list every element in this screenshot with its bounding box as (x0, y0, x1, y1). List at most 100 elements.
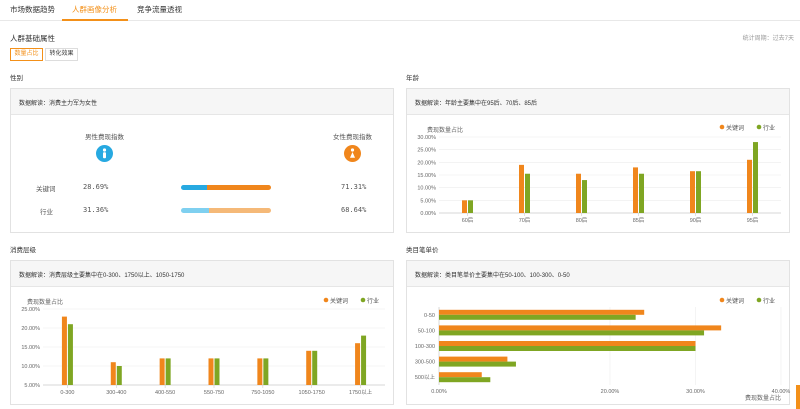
bar-industry (214, 358, 220, 385)
x-tick-label: 1750以上 (349, 388, 373, 396)
age-panel: 数据解读：年龄主要集中在95后、70后、85后 费现数量占比 行业 关键词 0.00%… (406, 88, 790, 233)
x-tick-label: 300-400 (106, 390, 126, 396)
bar-industry (312, 350, 318, 385)
segment-conversion[interactable]: 转化效果 (45, 48, 78, 61)
gender-note: 数据解读：消费主力军为女性 (19, 101, 98, 107)
bar-keyword (208, 358, 214, 385)
bar-keyword (439, 341, 696, 346)
y-tick-label: 30.00% (417, 135, 436, 141)
gender-row-label: 行业 (40, 209, 53, 216)
x-tick-label: 550-750 (204, 390, 224, 396)
y-tick-label: 20.00% (21, 326, 40, 332)
gender-bar-industry (181, 208, 271, 213)
legend-marker (719, 297, 725, 303)
bar-keyword (355, 343, 361, 385)
y-tick-label: 500以上 (415, 373, 436, 381)
y-tick-label: 5.00% (420, 198, 436, 204)
price-note-bar: 数据解读：类目笔单价主要集中在50-100、100-300、0-50 (407, 261, 789, 287)
bar-industry (696, 171, 701, 213)
male-index-title: 男性费现指数 (85, 134, 124, 141)
tab-crowd-portrait[interactable]: 人群画像分析 (72, 4, 117, 15)
bar-industry (525, 173, 530, 213)
bar-keyword (633, 167, 638, 213)
bar-industry (165, 358, 171, 385)
bar-keyword (747, 159, 752, 213)
x-tick-label: 750-1050 (251, 390, 274, 396)
spend-chart: 费现数量占比 行业 关键词 5.00% 10.00% 15.00% 20.00% 25.00%… (21, 297, 385, 396)
gender-note-bar: 数据解读：消费主力军为女性 (11, 89, 393, 115)
x-tick-label: 400-550 (155, 390, 175, 396)
y-tick-label: 0.00% (420, 211, 436, 217)
price-label: 类目笔单价 (406, 247, 439, 254)
bar-keyword (439, 356, 508, 362)
price-panel: 数据解读：类目笔单价主要集中在50-100、100-300、0-50 行业 关键词… (406, 260, 790, 405)
bar-industry (263, 358, 269, 385)
segment-count-share[interactable]: 数量占比 (10, 48, 43, 61)
bar-keyword (576, 173, 581, 213)
gender-label: 性别 (10, 75, 23, 82)
female-percent-keyword: 71.31% (341, 183, 367, 191)
male-share-bar (181, 208, 210, 213)
age-chart: 费现数量占比 行业 关键词 0.00% 5.00% 10.00% 15.00% 20.00% 2… (417, 124, 781, 224)
bar-keyword (159, 358, 165, 385)
side-scroll-handle[interactable] (796, 385, 800, 409)
bar-keyword (439, 309, 645, 315)
female-icon (344, 145, 361, 162)
x-tick-label: 70后 (519, 216, 531, 224)
female-share-bar (206, 185, 271, 190)
tab-competition-traffic[interactable]: 竞争流量透视 (137, 4, 182, 15)
y-tick-label: 10.00% (21, 364, 40, 370)
y-tick-label: 0-50 (424, 313, 435, 319)
y-tick-label: 25.00% (21, 307, 40, 313)
legend-label: 行业 (367, 297, 379, 305)
x-axis-title: 费现数量占比 (745, 394, 781, 402)
age-note: 数据解读：年龄主要集中在95后、70后、85后 (415, 101, 538, 107)
bar-keyword (519, 164, 524, 213)
y-tick-label: 100-300 (415, 344, 435, 350)
x-tick-label: 30.00% (686, 389, 705, 395)
legend-label: 关键词 (726, 297, 744, 305)
male-share-bar (181, 185, 207, 190)
bar-industry (468, 200, 473, 213)
stat-period: 统计周期：过去7天 (742, 36, 794, 42)
price-note: 数据解读：类目笔单价主要集中在50-100、100-300、0-50 (415, 273, 570, 279)
bar-keyword (439, 325, 722, 331)
x-tick-label: 0.00% (431, 389, 447, 395)
legend-marker (756, 124, 762, 130)
age-note-bar: 数据解读：年龄主要集中在95后、70后、85后 (407, 89, 789, 115)
section-title: 人群基础属性 (10, 34, 55, 43)
male-icon (96, 145, 113, 162)
x-tick-label: 1050-1750 (299, 390, 325, 396)
x-tick-label: 40.00% (772, 389, 791, 395)
bar-industry (439, 346, 696, 351)
gender-panel: 数据解读：消费主力军为女性 男性费现指数 女性费现指数 关键词 28.69% 7… (10, 88, 394, 233)
bar-keyword (306, 350, 312, 385)
bar-industry (639, 173, 644, 213)
legend-label: 行业 (763, 124, 775, 132)
bar-industry (439, 330, 705, 336)
legend-marker (323, 297, 329, 303)
spend-label: 消费层级 (10, 247, 36, 254)
bar-industry (439, 361, 516, 367)
bar-industry (753, 142, 758, 213)
legend-marker (360, 297, 366, 303)
bar-industry (361, 335, 367, 385)
y-tick-label: 5.00% (24, 383, 40, 389)
bar-industry (439, 314, 636, 320)
y-axis-title: 费现数量占比 (427, 126, 463, 134)
bar-industry (582, 180, 587, 213)
bar-keyword (61, 316, 67, 385)
x-tick-label: 20.00% (601, 389, 620, 395)
x-tick-label: 95后 (747, 216, 759, 224)
female-share-bar (209, 208, 271, 213)
bar-keyword (110, 362, 116, 385)
age-label: 年龄 (406, 75, 419, 82)
x-tick-label: 60后 (462, 216, 474, 224)
female-percent-industry: 68.64% (341, 206, 367, 214)
female-index-title: 女性费现指数 (333, 134, 372, 141)
legend-label: 行业 (763, 297, 775, 305)
legend-marker (719, 124, 725, 130)
tab-market-trend[interactable]: 市场数据趋势 (10, 4, 55, 15)
price-chart: 行业 关键词 0.00% 20.00% 30.00% 40.00%费现数量占比 0-50 50… (415, 297, 791, 402)
y-tick-label: 300-500 (415, 360, 435, 366)
